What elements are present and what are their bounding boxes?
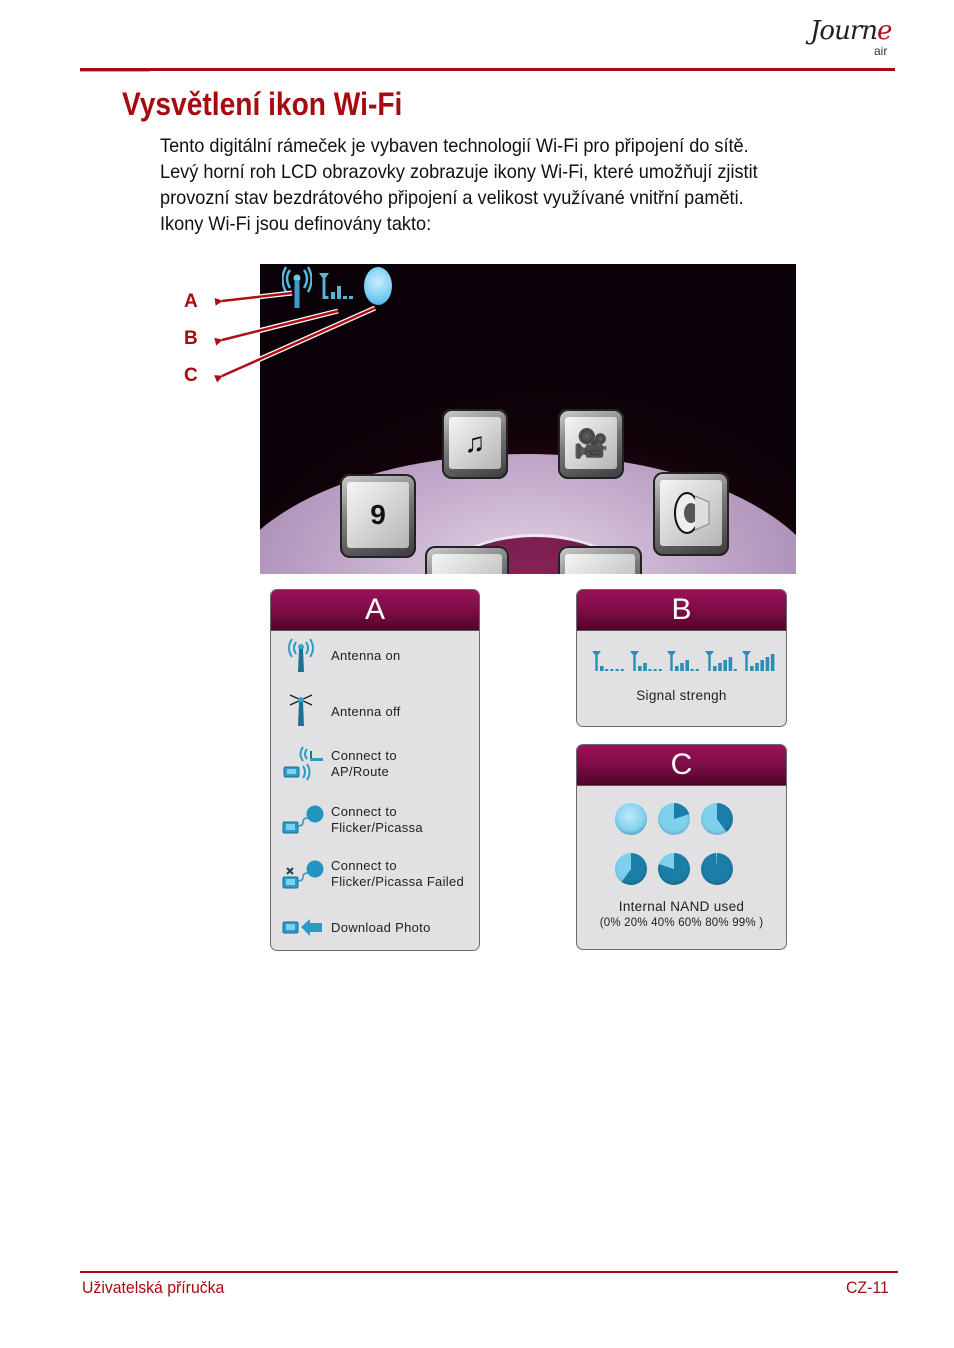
nand-usage-80-icon	[658, 853, 690, 885]
panel-c-header: C	[577, 745, 786, 786]
legend-item: Antenna on	[271, 638, 479, 684]
lcd-screenshot: ♫ 🎥 9	[260, 264, 796, 574]
legend-label: Flicker/Picassa Failed	[331, 874, 465, 889]
signal-caption: Signal strengh	[636, 688, 727, 703]
legend-label: Connect to	[331, 748, 397, 763]
nand-usage-60-icon	[615, 853, 647, 885]
settings-tile	[425, 546, 509, 574]
callout-a: A	[184, 291, 198, 312]
antenna-off-icon	[289, 694, 313, 726]
legend-label: Download Photo	[331, 920, 431, 935]
paragraph-line: Ikony Wi-Fi jsou definovány takto:	[160, 213, 432, 235]
legend-panel-b: B Signal strengh	[576, 589, 787, 727]
video-camera-icon: 🎥	[565, 417, 617, 469]
legend-label: Connect to	[331, 858, 397, 873]
logo-accent: e	[877, 16, 892, 46]
header-rule	[80, 68, 895, 71]
nand-usage-20-icon	[658, 803, 690, 835]
legend-label: Flicker/Picassa	[331, 820, 423, 835]
signal-level-3-icon	[667, 651, 699, 671]
speaker-tile	[653, 472, 729, 556]
paragraph-line: provozní stav bezdrátového připojení a v…	[160, 187, 744, 209]
antenna-on-icon	[288, 638, 314, 672]
page-number: CZ-11	[846, 1278, 889, 1297]
signal-level-5-icon	[742, 651, 775, 671]
brand-logo: Journe air	[808, 12, 900, 64]
photo-music-icon: ♫	[449, 417, 501, 469]
legend-item: Connect to AP/Route	[271, 746, 479, 792]
legend-label: AP/Route	[331, 764, 390, 779]
legend-panel-a: A Antenna on Antenna off Connect to AP/R…	[270, 589, 480, 951]
logo-script: Journ	[810, 16, 878, 46]
legend-item: Antenna off	[271, 692, 479, 738]
router-connect-icon	[283, 746, 323, 781]
nand-usage-40-icon	[701, 803, 733, 835]
speaker-icon	[660, 480, 722, 546]
legend-label: Antenna on	[331, 648, 401, 663]
cloud-connect-icon	[282, 805, 324, 834]
nand-usage-0-icon	[615, 803, 647, 835]
nand-caption-values: (0% 20% 40% 60% 80% 99% )	[599, 917, 764, 929]
weather-icon	[565, 554, 635, 574]
footer-manual-title: Uživatelská příručka	[82, 1278, 225, 1297]
video-tile: 🎥	[558, 409, 624, 479]
header-rule-accent	[80, 71, 150, 72]
memory-usage-icon	[364, 267, 392, 305]
signal-strength-icon	[319, 273, 353, 299]
signal-level-1-icon	[592, 651, 624, 671]
legend-item: Download Photo	[271, 912, 479, 950]
paragraph-line: Tento digitální rámeček je vybaven techn…	[160, 135, 749, 157]
nand-usage-99-icon	[701, 853, 733, 885]
callout-c: C	[184, 365, 198, 386]
nand-caption: Internal NAND used	[618, 899, 745, 914]
legend-label: Connect to	[331, 804, 397, 819]
cloud-connect-failed-icon	[282, 860, 324, 889]
logo-sub: air	[874, 44, 888, 58]
signal-level-4-icon	[704, 651, 737, 671]
footer-rule	[80, 1271, 898, 1273]
signal-level-2-icon	[629, 651, 662, 671]
intro-paragraph: Tento digitální rámeček je vybaven techn…	[160, 133, 920, 237]
page-title: Vysvětlení ikon Wi-Fi	[122, 86, 403, 122]
callout-b: B	[184, 328, 198, 349]
settings-icon	[432, 554, 502, 574]
calendar-icon: 9	[347, 482, 409, 548]
antenna-icon	[282, 266, 312, 308]
legend-label: Antenna off	[331, 704, 401, 719]
legend-panel-c: C Internal NAND used (0% 20% 40% 60% 80%…	[576, 744, 787, 950]
weather-tile	[558, 546, 642, 574]
legend-item: Connect to Flicker/Picassa	[271, 802, 479, 848]
calendar-tile: 9	[340, 474, 416, 558]
panel-b-header: B	[577, 590, 786, 631]
legend-item: Connect to Flicker/Picassa Failed	[271, 856, 479, 902]
paragraph-line: Levý horní roh LCD obrazovky zobrazuje i…	[160, 161, 758, 183]
photo-music-tile: ♫	[442, 409, 508, 479]
download-photo-icon	[282, 919, 322, 936]
panel-a-header: A	[271, 590, 479, 631]
